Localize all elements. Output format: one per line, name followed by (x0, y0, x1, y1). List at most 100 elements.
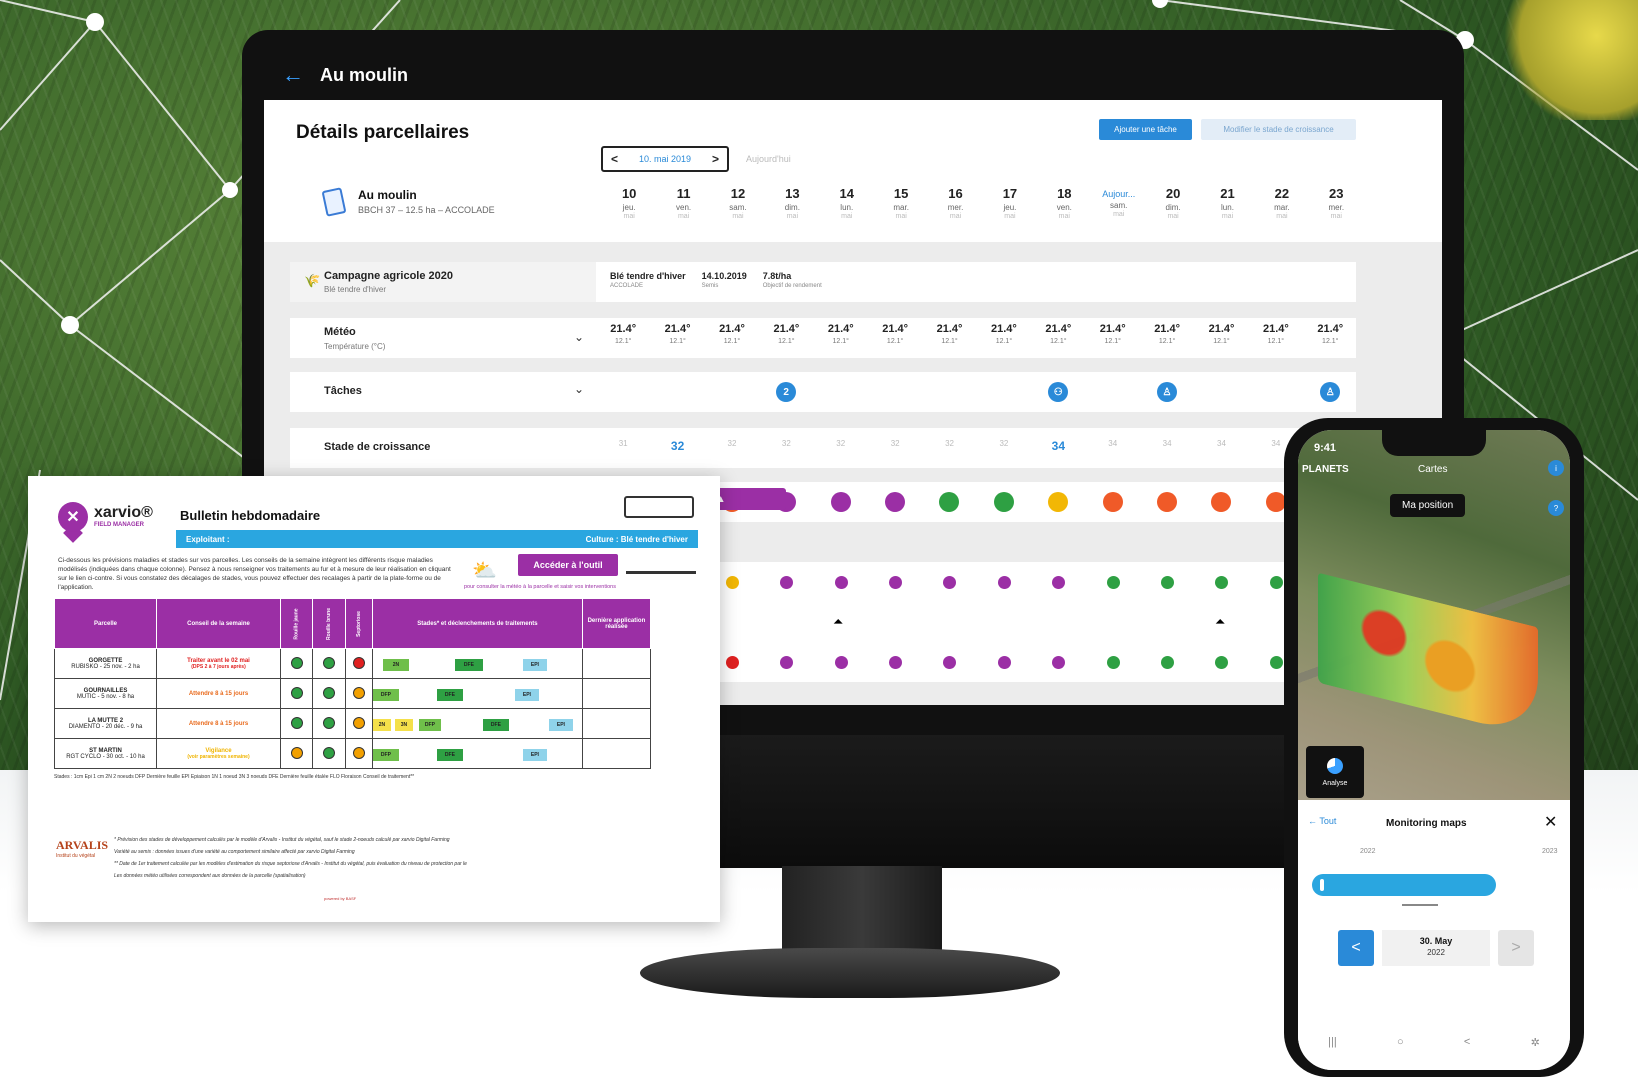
analyse-button[interactable]: Analyse (1306, 746, 1364, 798)
risk-dot (353, 716, 365, 729)
temp-low: 12.1° (1050, 338, 1067, 345)
risk-dot[interactable] (834, 656, 848, 669)
risk-dot[interactable] (830, 492, 851, 512)
risk-dot[interactable] (997, 656, 1011, 669)
risk-dot[interactable] (834, 576, 848, 589)
temperature-cell: 21.4° 12.1° (922, 323, 976, 345)
back-icon[interactable]: < (1464, 1036, 1470, 1049)
map-tab-label[interactable]: Cartes (1418, 464, 1447, 475)
risk-dot[interactable] (1048, 492, 1069, 512)
day-column[interactable]: 12 sam. mai (711, 186, 765, 220)
chevron-left-icon[interactable]: < (611, 152, 618, 166)
risk-dot[interactable] (943, 656, 957, 669)
risk-dot[interactable] (1161, 576, 1174, 589)
advice-cell: Vigilance (voir paramètres semaine) (156, 738, 281, 769)
day-column[interactable]: 16 mer. mai (928, 186, 982, 220)
back-all-link[interactable]: ← Tout (1308, 816, 1336, 826)
add-task-button[interactable]: Ajouter une tâche (1099, 119, 1192, 140)
task-icon[interactable]: 2 (776, 382, 797, 402)
today-link[interactable]: Aujourd'hui (746, 154, 791, 164)
satellite-map[interactable]: 9:41 PLANETS Cartes Ma position i ? Anal… (1298, 430, 1570, 800)
slider-handle[interactable] (1320, 879, 1324, 891)
help-icon[interactable]: ? (1548, 500, 1564, 516)
chevron-left-icon[interactable]: < (1338, 930, 1374, 966)
risk-dot[interactable] (943, 576, 957, 589)
task-icon[interactable]: ♙ (1157, 382, 1177, 402)
risk-dot[interactable] (1161, 656, 1174, 669)
parcel-details: MUTIC - 5 nov. - 8 ha (76, 693, 135, 700)
day-weekday: mar. (893, 203, 909, 212)
close-icon[interactable]: ✕ (1544, 812, 1557, 832)
day-column[interactable]: 20 dim. mai (1146, 186, 1200, 220)
risk-dot[interactable] (889, 656, 902, 669)
chevron-right-icon[interactable]: > (1498, 930, 1534, 966)
risk-dot[interactable] (1215, 576, 1229, 589)
stage-chip: 2N (372, 719, 391, 731)
growth-stage-cell: 32 (727, 439, 737, 448)
risk-dot[interactable] (1102, 492, 1123, 512)
risk-dot[interactable] (885, 492, 905, 512)
risk-dot[interactable] (1269, 656, 1283, 669)
risk-dot[interactable] (1106, 576, 1120, 589)
campaign-info: Blé tendre d'hiver ACCOLADE 14.10.2019 S… (610, 271, 822, 289)
home-icon[interactable]: ○ (1397, 1036, 1404, 1049)
chevron-right-icon[interactable]: > (712, 152, 719, 166)
risk-dot[interactable] (997, 576, 1011, 589)
temp-high: 21.4° (773, 323, 800, 335)
day-column[interactable]: 11 ven. mai (656, 186, 710, 220)
temp-high: 21.4° (936, 323, 963, 335)
growth-stage-row[interactable]: Stade de croissance 31 32 32 32 32 32 32 32 34 34… (290, 428, 1356, 468)
day-column[interactable]: 23 mer. mai (1309, 186, 1363, 220)
risk-dot[interactable] (780, 576, 794, 589)
risk-dot[interactable] (725, 656, 739, 669)
risk-dot[interactable] (725, 576, 739, 589)
risk-dot[interactable] (1211, 492, 1232, 512)
day-column[interactable]: 21 lun. mai (1200, 186, 1254, 220)
field-heatmap[interactable] (1318, 572, 1538, 738)
day-column[interactable]: 18 ven. mai (1037, 186, 1091, 220)
weather-label: Météo (324, 326, 356, 338)
risk-dot[interactable] (1106, 656, 1120, 669)
risk-dot[interactable] (1157, 492, 1177, 512)
recent-apps-icon[interactable]: ||| (1328, 1036, 1337, 1049)
day-column[interactable]: Aujour... sam. mai (1092, 186, 1146, 220)
current-date[interactable]: 10. mai 2019 (639, 154, 691, 164)
task-icon[interactable]: ♙ (1320, 382, 1341, 402)
tasks-row[interactable]: Tâches ⌄ 2 ⚇ ♙ ♙ (290, 372, 1356, 412)
day-column[interactable]: 13 dim. mai (765, 186, 819, 220)
campaign-row[interactable]: 🌾 Campagne agricole 2020 Blé tendre d'hi… (290, 262, 1356, 302)
risk-dot[interactable] (993, 492, 1014, 512)
temp-low: 12.1° (723, 338, 741, 345)
edit-growth-stage-button[interactable]: Modifier le stade de croissance (1201, 119, 1356, 140)
timeline-slider[interactable] (1312, 874, 1496, 896)
risk-dot[interactable] (1052, 576, 1066, 589)
day-column[interactable]: 22 mar. mai (1255, 186, 1309, 220)
info-icon[interactable]: i (1548, 460, 1564, 476)
my-position-button[interactable]: Ma position (1390, 494, 1466, 517)
risk-dot[interactable] (939, 492, 960, 512)
task-icon[interactable]: ⚇ (1048, 382, 1069, 402)
weather-row[interactable]: Météo Température (°C) ⌄ 21.4° 12.1° 21.4°… (290, 318, 1356, 358)
day-column[interactable]: 17 jeu. mai (983, 186, 1037, 220)
parcel-cell: LA MUTTE 2 DIAMENTO - 20 déc. - 9 ha (54, 708, 157, 739)
field-card[interactable]: Au moulin BBCH 37 – 12.5 ha – ACCOLADE (321, 186, 495, 217)
day-number: 21 (1220, 186, 1235, 201)
risk-dot[interactable] (1265, 492, 1286, 512)
risk-dot[interactable] (889, 576, 902, 589)
advice-cell: Attendre 8 à 15 jours (156, 708, 281, 739)
chevron-down-icon[interactable]: ⌄ (574, 330, 584, 344)
day-weekday: lun. (840, 203, 854, 212)
accessibility-icon[interactable]: ✲ (1531, 1036, 1540, 1049)
risk-dot[interactable] (1215, 656, 1229, 669)
last-application-cell (581, 678, 651, 709)
risk-dot[interactable] (1052, 656, 1066, 669)
risk-dot[interactable] (1269, 576, 1283, 589)
day-column[interactable]: 14 lun. mai (820, 186, 874, 220)
day-column[interactable]: 15 mar. mai (874, 186, 928, 220)
open-tool-button[interactable]: Accéder à l'outil (518, 554, 618, 576)
risk-dot[interactable] (780, 656, 794, 669)
chevron-down-icon[interactable]: ⌄ (574, 382, 584, 396)
day-column[interactable]: 10 jeu. mai (602, 186, 656, 220)
analyse-label: Analyse (1322, 779, 1348, 787)
back-arrow-icon[interactable]: ← (282, 62, 304, 88)
